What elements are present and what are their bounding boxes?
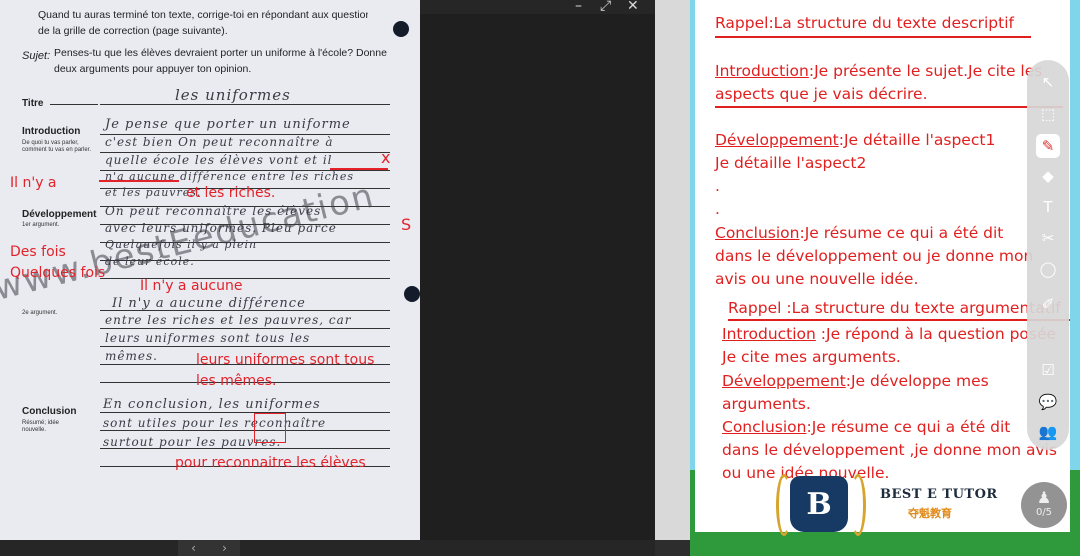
handwritten-line: sont utiles pour les reconnaître (103, 416, 327, 430)
worksheet-photo: Quand tu auras terminé ton texte, corrig… (0, 0, 420, 540)
page-counter[interactable]: ♟ 0/5 (1021, 482, 1067, 528)
comment-icon[interactable]: 💬 (1036, 390, 1060, 414)
dev-line-2: Je détaille l'aspect2 (715, 154, 867, 172)
handwritten-line: En conclusion, les uniformes (103, 397, 321, 412)
pager: ‹ › (178, 540, 240, 556)
keyword-developpement: Développement (722, 372, 846, 390)
wreath-right (850, 474, 866, 536)
correction-box (254, 413, 286, 443)
label-developpement: Développement (22, 209, 97, 220)
selection-icon[interactable]: ⬚ (1036, 102, 1060, 126)
handwritten-line: entre les riches et les pauvres, car (105, 313, 352, 327)
correction-mark: S (401, 215, 412, 234)
correction-note: Quelques fois (10, 265, 106, 281)
binder-hole (404, 286, 420, 302)
close-button[interactable]: ✕ (627, 0, 639, 14)
dot: . (715, 200, 720, 218)
intro2-line-1: Introduction :Je répond à la question po… (722, 325, 1057, 343)
intro-line-1: Introduction:Je présente le sujet.Je cit… (715, 62, 1043, 80)
whiteboard-background: Rappel:La structure du texte descriptif … (690, 0, 1080, 556)
correction-note: leurs uniformes sont tous (196, 352, 375, 368)
dev-line-1: Développement:Je détaille l'aspect1 (715, 131, 996, 149)
correction-note: Il n'y a (10, 175, 57, 191)
keyword-introduction: Introduction (722, 325, 816, 343)
viewer-status-bar (0, 540, 655, 556)
intro2-line-2: Je cite mes arguments. (722, 348, 901, 366)
brand-name-cn: 夺魁教育 (908, 507, 952, 520)
concl2-line-1: Conclusion:Je résume ce qui a été dit (722, 418, 1011, 436)
sujet-line-2: deux arguments pour appuyer ton opinion. (54, 63, 252, 75)
brand-logo: B (790, 476, 848, 532)
binder-hole (393, 21, 409, 37)
keyword-developpement: Développement (715, 131, 839, 149)
intro-hint: De quoi tu vas parler, comment tu vas en… (22, 140, 92, 153)
rappel-argumentatif: Rappel :La structure du texte argumentat… (728, 299, 1061, 317)
image-viewer-window: – ⤢ ✕ Quand tu auras terminé ton texte, … (0, 0, 655, 556)
drawing-toolbar: ↖ ⬚ ✎ ◆ T ✂ ◯ ✐ ☑ 💬 👥 (1027, 60, 1069, 450)
underline (715, 106, 1063, 108)
close-panel-button[interactable]: ✕ (667, 0, 679, 14)
dot: . (715, 177, 720, 195)
next-page-button[interactable]: › (222, 541, 227, 555)
instruction-line-2: de la grille de correction (page suivant… (38, 25, 228, 37)
handwritten-line: c'est bien On peut reconnaître à (105, 135, 334, 149)
intro-line-2: aspects que je vais décrire. (715, 85, 928, 103)
dev2-line-1: Développement:Je développe mes (722, 372, 989, 390)
users-icon[interactable]: 👥 (1036, 420, 1060, 444)
correction-note: Il n'y a aucune (140, 278, 243, 294)
correction-mark: x (381, 148, 391, 167)
concl-line-2: dans le développement ou je donne mon (715, 247, 1034, 265)
person-icon: ♟ (1036, 488, 1052, 507)
sujet-label: Sujet: (22, 50, 51, 62)
conclusion-hint: Résumé; idée nouvelle. (22, 420, 60, 433)
correction-note: pour reconnaitre les élèves (175, 455, 366, 471)
underline (728, 319, 1070, 321)
concl2-line-2: dans le développement ,je donne mon avis (722, 441, 1057, 459)
notes-board: Rappel:La structure du texte descriptif … (695, 0, 1070, 532)
handwritten-line: mêmes. (105, 349, 158, 363)
scissors-icon[interactable]: ✂ (1036, 226, 1060, 250)
correction-note: et les riches. (186, 185, 276, 201)
instruction-line-1: Quand tu auras terminé ton texte, corrig… (38, 9, 368, 21)
dev2-line-2: arguments. (722, 395, 811, 413)
handwritten-line: Je pense que porter un uniforme (105, 117, 351, 132)
label-arg2: 2e argument. (22, 310, 58, 316)
page-count-label: 0/5 (1035, 507, 1053, 518)
handwritten-line: Il n'y a aucune différence (112, 296, 306, 311)
label-introduction: Introduction (22, 126, 81, 137)
eraser-icon[interactable]: ◆ (1036, 164, 1060, 188)
handwritten-title: les uniformes (175, 86, 291, 104)
concl-line-3: avis ou une nouvelle idée. (715, 270, 919, 288)
minimize-button[interactable]: – (575, 0, 582, 14)
correction-note: Des fois (10, 244, 66, 260)
correction-note: les mêmes. (196, 373, 277, 389)
prev-page-button[interactable]: ‹ (191, 541, 196, 555)
concl-line-1: Conclusion:Je résume ce qui a été dit (715, 224, 1004, 242)
maximize-button[interactable]: ⤢ (600, 0, 611, 14)
handwritten-line: leurs uniformes sont tous les (105, 331, 311, 345)
correction-underline (99, 180, 179, 182)
keyword-conclusion: Conclusion (722, 418, 807, 436)
label-arg1: 1er argument. (22, 222, 60, 228)
brand-name: BEST E TUTOR (880, 487, 998, 502)
pen-icon[interactable]: ✐ (1036, 292, 1060, 316)
highlighter-icon[interactable]: ✎ (1036, 134, 1060, 158)
correction-underline (330, 168, 388, 170)
label-titre: Titre (22, 98, 44, 109)
keyword-introduction: Introduction (715, 62, 809, 80)
keyword-conclusion: Conclusion (715, 224, 800, 242)
text-icon[interactable]: T (1036, 195, 1060, 219)
panel-divider: ✕ (655, 0, 690, 540)
arrow-line (50, 104, 98, 105)
cursor-icon[interactable]: ↖ (1036, 70, 1060, 94)
rappel-descriptif: Rappel:La structure du texte descriptif (715, 14, 1014, 32)
sujet-line-1: Penses-tu que les élèves devraient porte… (54, 47, 387, 59)
edit-icon[interactable]: ☑ (1036, 358, 1060, 382)
label-conclusion: Conclusion (22, 406, 77, 417)
handwritten-line: quelle école les élèves vont et il (105, 153, 333, 167)
underline (715, 36, 1031, 38)
shape-icon[interactable]: ◯ (1036, 257, 1060, 281)
